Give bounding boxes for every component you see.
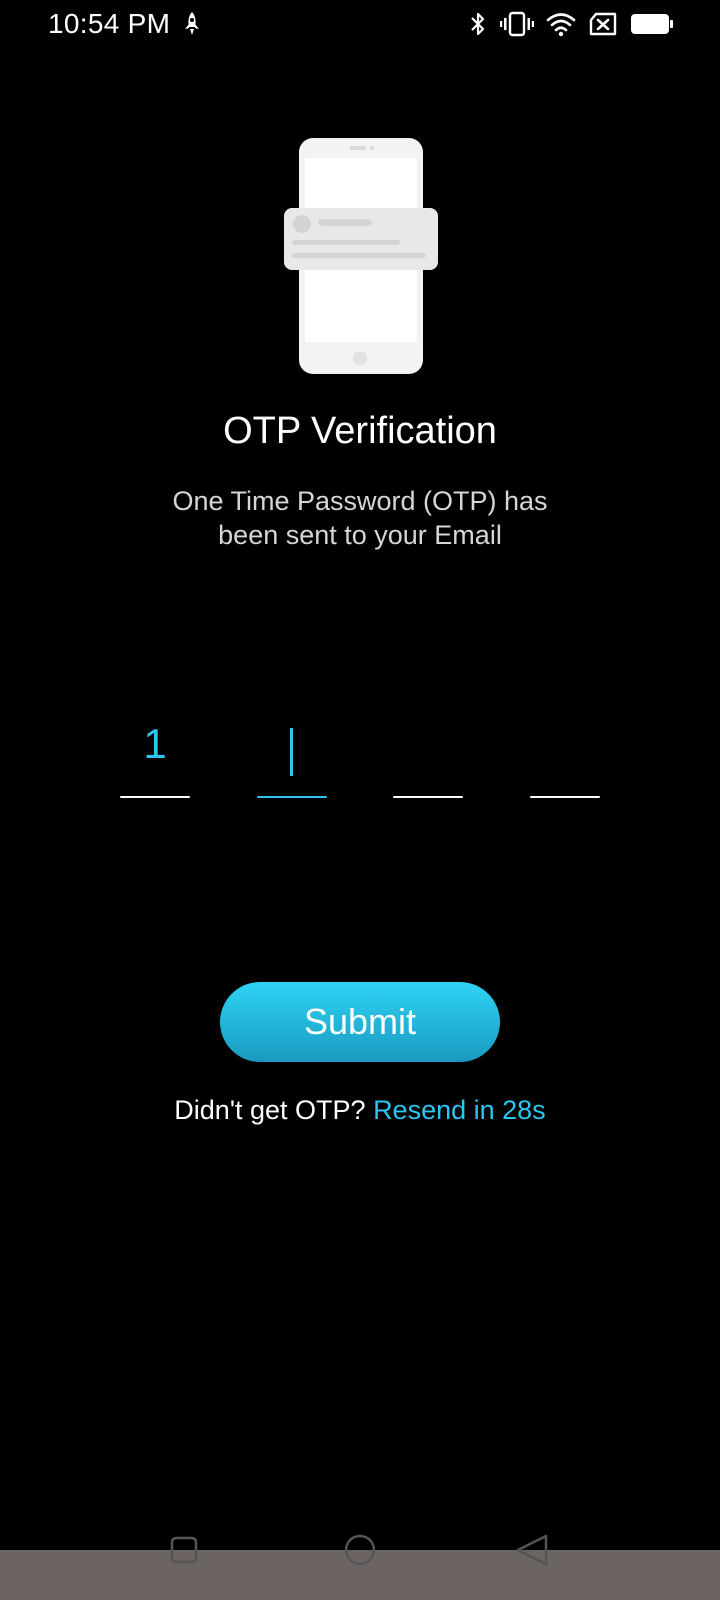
submit-button[interactable]: Submit	[220, 982, 500, 1062]
otp-digit-4[interactable]	[530, 700, 600, 798]
resend-link[interactable]: Resend in 28s	[373, 1095, 546, 1125]
resend-prompt: Didn't get OTP?	[174, 1095, 366, 1125]
no-sim-icon	[588, 11, 618, 37]
page-title: OTP Verification	[223, 410, 497, 452]
navigation-bar	[0, 1530, 720, 1600]
otp-digit-value: 1	[143, 720, 167, 767]
otp-underline	[393, 796, 463, 798]
otp-digit-2[interactable]	[257, 700, 327, 798]
otp-underline	[257, 796, 327, 798]
wifi-icon	[546, 11, 576, 37]
otp-digit-3[interactable]	[393, 700, 463, 798]
text-cursor	[290, 728, 293, 776]
otp-input-group: 1	[0, 700, 720, 800]
phone-otp-illustration	[280, 136, 440, 376]
back-icon[interactable]	[512, 1530, 552, 1570]
vibrate-icon	[500, 11, 534, 37]
status-time: 10:54 PM	[48, 8, 171, 39]
resend-row: Didn't get OTP? Resend in 28s	[0, 1095, 720, 1126]
home-icon[interactable]	[340, 1530, 380, 1570]
otp-underline	[120, 796, 190, 798]
otp-digit-1[interactable]: 1	[120, 700, 190, 798]
otp-underline	[530, 796, 600, 798]
page-subtitle: One Time Password (OTP) has been sent to…	[172, 486, 548, 550]
bluetooth-icon	[468, 11, 488, 37]
recent-apps-icon[interactable]	[166, 1530, 206, 1570]
battery-icon	[630, 11, 674, 37]
status-bar: 10:54 PM	[0, 0, 720, 50]
status-icons	[468, 10, 674, 38]
notification-rocket-icon	[182, 11, 202, 37]
